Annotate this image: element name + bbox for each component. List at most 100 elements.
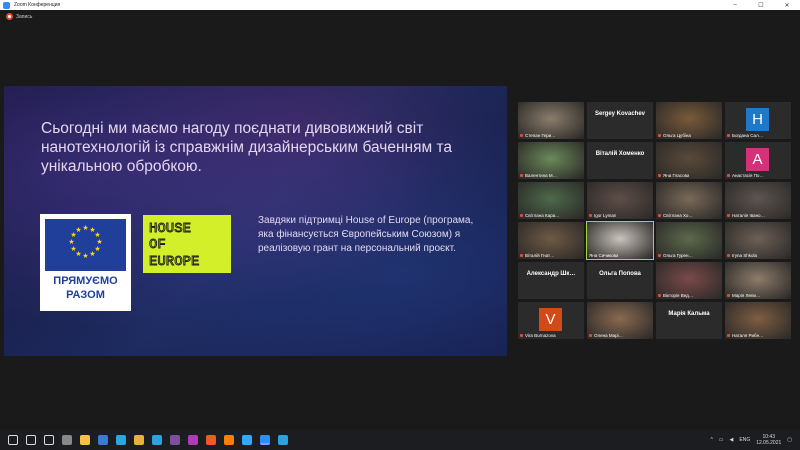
eu-logo-text: ПРЯМУЄМО РАЗОМ [40,274,131,302]
participant-tile[interactable]: Віталій Гнат… [518,222,584,259]
mic-muted-icon [658,174,661,177]
window-titlebar: Zoom Конференция – ☐ ✕ [0,0,800,10]
participant-name: Світлана Кара… [525,213,560,218]
svg-text:★: ★ [96,238,102,246]
participant-avatar: V [539,308,562,331]
participant-name: Наталія Івано… [732,213,766,218]
participant-name-large: Марія Кальма [668,311,710,317]
chrome-icon[interactable] [134,435,144,445]
participant-avatar: A [746,148,769,171]
mic-muted-icon [520,334,523,337]
participant-name-large: Sergey Kovachev [594,111,646,117]
record-icon [6,13,13,20]
participant-tile[interactable]: H Богдана Сал… [725,102,791,139]
participant-tile[interactable]: Александр Шк… [518,262,584,299]
mic-muted-icon [727,174,730,177]
photoshop-icon[interactable] [242,435,252,445]
maximize-button[interactable]: ☐ [748,0,774,10]
participant-name: Vira Burnazova [525,333,556,338]
messenger-icon[interactable] [188,435,198,445]
volume-icon[interactable]: ◀ [730,437,734,443]
svg-text:★: ★ [75,226,81,234]
participant-tile[interactable]: Світлана Хо… [656,182,722,219]
participant-tile[interactable]: Світлана Кара… [518,182,584,219]
participant-name: Валентина М… [525,173,558,178]
taskbar-clock[interactable]: 10:43 12.05.2021 [756,434,781,446]
network-icon[interactable]: ▭ [719,437,724,443]
eu-flag-icon: ★ ★ ★ ★ ★ ★ ★ ★ ★ ★ ★ ★ [45,219,126,271]
participant-tile[interactable]: Вікторія Вед… [656,262,722,299]
participant-tile[interactable]: Sergey Kovachev [587,102,653,139]
participant-tile[interactable]: Наталія Івано… [725,182,791,219]
participant-tile[interactable]: Igor Lyman [587,182,653,219]
participant-tile[interactable]: Ольга Гурен… [656,222,722,259]
telegram2-icon[interactable] [278,435,288,445]
zoom-icon[interactable] [260,435,270,445]
participant-tile[interactable]: Віталій Хоменко [587,142,653,179]
explorer-icon[interactable] [80,435,90,445]
mic-muted-icon [658,294,661,297]
svg-text:★: ★ [82,252,88,260]
participant-tile[interactable]: Ольга Цубіна [656,102,722,139]
participant-tile[interactable]: V Vira Burnazova [518,302,584,339]
participant-name: Віталій Гнат… [525,253,555,258]
viber-icon[interactable] [170,435,180,445]
mic-muted-icon [727,294,730,297]
participant-name: Ольга Цубіна [663,133,691,138]
grant-text: Завдяки підтримці House of Europe (прогр… [258,215,474,254]
windows-taskbar: ^ ▭ ◀ ENG 10:43 12.05.2021 ▢ [0,430,800,450]
window-controls: – ☐ ✕ [722,0,800,10]
edge-icon[interactable] [116,435,126,445]
participant-tile[interactable]: Ольга Попова [587,262,653,299]
participant-name: Наталя Рибн… [732,333,764,338]
telegram-icon[interactable] [152,435,162,445]
participant-tile[interactable]: Iryna Shkola [725,222,791,259]
participant-tile[interactable]: Валентина М… [518,142,584,179]
taskbar-icons [4,435,292,445]
close-button[interactable]: ✕ [774,0,800,10]
participant-tile[interactable]: Олена Марі… [587,302,653,339]
participant-tile[interactable]: Яна Сичикова [586,221,654,260]
mic-muted-icon [589,214,592,217]
participant-tile[interactable]: Наталя Рибн… [725,302,791,339]
svg-text:★: ★ [89,250,95,258]
participant-tile[interactable]: Марія Кальма [656,302,722,339]
mic-muted-icon [520,254,523,257]
recording-indicator[interactable]: Запись [6,13,32,20]
svg-text:★: ★ [82,224,88,232]
svg-text:★: ★ [70,245,76,253]
windows-icon[interactable] [8,435,18,445]
participant-tile[interactable]: Марія Лепи… [725,262,791,299]
store-icon[interactable] [98,435,108,445]
mic-muted-icon [658,134,661,137]
participant-name-large: Віталій Хоменко [595,151,645,157]
participant-tile[interactable]: Яна Гласова [656,142,722,179]
participant-tile[interactable]: Степан Гери… [518,102,584,139]
task-view-icon[interactable] [44,435,54,445]
participant-name: Яна Сичикова [589,253,619,258]
participant-name: Богдана Сал… [732,133,764,138]
participant-name: Вікторія Вед… [663,293,694,298]
hoe-logo-line-2: OF [149,237,166,253]
mic-muted-icon [520,134,523,137]
system-tray: ^ ▭ ◀ ENG 10:43 12.05.2021 ▢ [710,430,792,450]
notifications-icon[interactable]: ▢ [787,437,792,443]
svg-text:★: ★ [68,238,74,246]
participant-name: Igor Lyman [594,213,617,218]
participant-avatar: H [746,108,769,131]
illustrator-icon[interactable] [224,435,234,445]
recording-label: Запись [16,13,33,20]
minimize-button[interactable]: – [722,0,748,10]
language-indicator[interactable]: ENG [739,437,750,443]
tray-chevron-icon[interactable]: ^ [710,437,712,443]
mic-muted-icon [520,174,523,177]
brave-icon[interactable] [206,435,216,445]
participant-name: Степан Гери… [525,133,556,138]
calculator-icon[interactable] [62,435,72,445]
eu-logo-line-1: ПРЯМУЄМО [53,275,118,287]
mic-muted-icon [658,254,661,257]
svg-text:★: ★ [94,231,100,239]
search-icon[interactable] [26,435,36,445]
participant-tile[interactable]: A Анастасія По… [725,142,791,179]
hoe-logo-line-3: EUROPE [149,254,199,270]
